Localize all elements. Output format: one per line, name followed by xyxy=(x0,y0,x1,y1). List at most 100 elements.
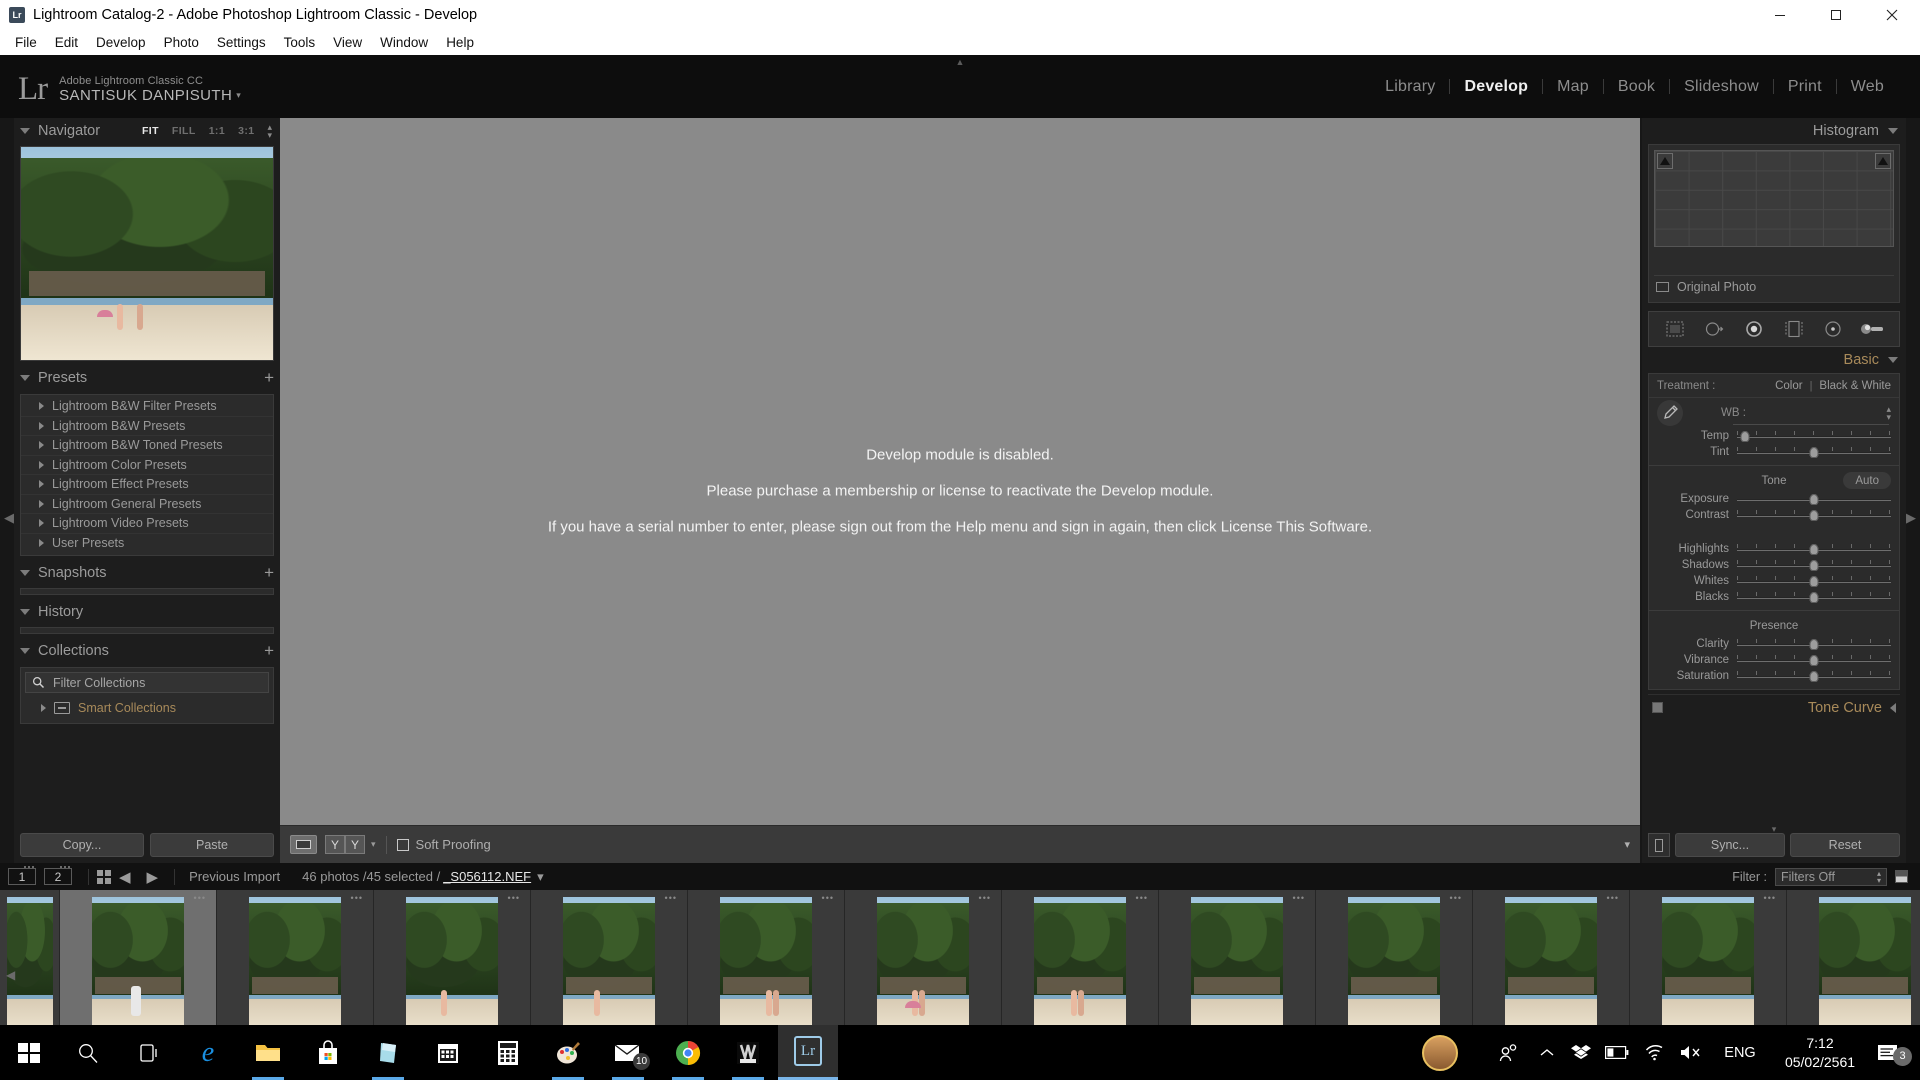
slider-temp[interactable]: Temp xyxy=(1649,428,1899,444)
collapse-triangle-icon[interactable] xyxy=(20,648,30,654)
slider-knob[interactable] xyxy=(1740,431,1749,442)
add-collection-icon[interactable]: + xyxy=(264,644,274,658)
highlight-clipping-icon[interactable] xyxy=(1875,153,1891,169)
menu-view[interactable]: View xyxy=(324,30,371,55)
soft-proofing-checkbox[interactable] xyxy=(397,839,409,851)
crop-overlay-icon[interactable] xyxy=(1662,318,1688,340)
screen-2-button[interactable]: 2 xyxy=(44,868,72,885)
expand-triangle-icon[interactable] xyxy=(39,539,44,547)
collections-header[interactable]: Collections + xyxy=(14,638,280,664)
copy-button[interactable]: Copy... xyxy=(20,833,144,857)
filmstrip-cell[interactable]: ••• xyxy=(1787,890,1920,1042)
people-icon[interactable] xyxy=(1488,1042,1530,1064)
edge-icon[interactable]: e xyxy=(178,1025,238,1080)
calculator-icon[interactable] xyxy=(478,1025,538,1080)
navigator-preview[interactable] xyxy=(20,146,274,361)
module-slideshow[interactable]: Slideshow xyxy=(1670,78,1773,96)
slider-knob[interactable] xyxy=(1810,639,1819,650)
radial-filter-icon[interactable] xyxy=(1820,318,1846,340)
filmstrip-cell[interactable]: ••• xyxy=(374,890,531,1042)
menu-window[interactable]: Window xyxy=(371,30,437,55)
forward-arrow-icon[interactable]: ▶ xyxy=(147,868,159,886)
slider-track[interactable] xyxy=(1737,431,1891,442)
paste-button[interactable]: Paste xyxy=(150,833,274,857)
slider-tint[interactable]: Tint xyxy=(1649,444,1899,460)
filmstrip-left-toggle-icon[interactable]: ◀ xyxy=(6,968,15,982)
slider-whites[interactable]: Whites xyxy=(1649,573,1899,589)
slider-track[interactable] xyxy=(1737,494,1891,505)
expand-triangle-icon[interactable] xyxy=(39,422,44,430)
slider-track[interactable] xyxy=(1737,510,1891,521)
preset-group[interactable]: User Presets xyxy=(21,534,273,554)
module-develop[interactable]: Develop xyxy=(1450,78,1542,96)
filmstrip-cell[interactable]: ••• xyxy=(1316,890,1473,1042)
slider-track[interactable] xyxy=(1737,671,1891,682)
microsoft-store-icon[interactable] xyxy=(298,1025,358,1080)
slider-knob[interactable] xyxy=(1810,576,1819,587)
right-panel-toggle-icon[interactable]: ▶ xyxy=(1906,510,1916,526)
current-filename[interactable]: _S056112.NEF xyxy=(443,869,531,884)
panel-resize-icon[interactable]: ▾ xyxy=(1772,824,1777,835)
graduated-filter-icon[interactable] xyxy=(1781,318,1807,340)
collapse-triangle-icon[interactable] xyxy=(1888,128,1898,134)
slider-knob[interactable] xyxy=(1810,510,1819,521)
slider-contrast[interactable]: Contrast xyxy=(1649,507,1899,523)
before-after-icon[interactable]: Y Y xyxy=(325,835,365,854)
file-explorer-icon[interactable] xyxy=(238,1025,298,1080)
top-panel-toggle-icon[interactable]: ▲ xyxy=(956,57,965,67)
wb-preset-stepper-icon[interactable]: ▴▾ xyxy=(1886,405,1891,421)
lightroom-icon[interactable]: Lr xyxy=(778,1025,838,1080)
sync-mode-toggle[interactable] xyxy=(1648,833,1670,857)
red-eye-correction-icon[interactable] xyxy=(1741,318,1767,340)
sticky-notes-icon[interactable] xyxy=(358,1025,418,1080)
treatment-color-option[interactable]: Color xyxy=(1775,380,1802,392)
tone-curve-header[interactable]: Tone Curve xyxy=(1648,694,1900,720)
paint-icon[interactable] xyxy=(538,1025,598,1080)
preset-group[interactable]: Lightroom B&W Filter Presets xyxy=(21,397,273,417)
filter-collections-input[interactable]: Filter Collections xyxy=(25,672,269,693)
slider-clarity[interactable]: Clarity xyxy=(1649,636,1899,652)
module-book[interactable]: Book xyxy=(1604,78,1669,96)
volume-muted-icon[interactable] xyxy=(1672,1044,1712,1061)
original-photo-checkbox[interactable] xyxy=(1656,282,1669,292)
user-avatar[interactable] xyxy=(1422,1035,1458,1071)
histogram-graph[interactable] xyxy=(1654,150,1894,247)
history-header[interactable]: History xyxy=(14,599,280,625)
slider-knob[interactable] xyxy=(1810,544,1819,555)
menu-develop[interactable]: Develop xyxy=(87,30,155,55)
search-icon[interactable] xyxy=(58,1025,118,1080)
slider-knob[interactable] xyxy=(1810,592,1819,603)
nav-mode-1-1[interactable]: 1:1 xyxy=(209,125,225,137)
filter-select[interactable]: Filters Off ▴▾ xyxy=(1775,868,1887,886)
menu-edit[interactable]: Edit xyxy=(46,30,87,55)
slider-saturation[interactable]: Saturation xyxy=(1649,668,1899,684)
collapse-triangle-icon[interactable] xyxy=(20,609,30,615)
preset-group[interactable]: Lightroom B&W Toned Presets xyxy=(21,436,273,456)
slider-knob[interactable] xyxy=(1810,447,1819,458)
filmstrip-cell[interactable]: ••• xyxy=(1473,890,1630,1042)
menu-help[interactable]: Help xyxy=(437,30,483,55)
preset-group[interactable]: Lightroom Color Presets xyxy=(21,456,273,476)
slider-track[interactable] xyxy=(1737,447,1891,458)
loupe-view-icon[interactable] xyxy=(290,835,317,854)
slider-vibrance[interactable]: Vibrance xyxy=(1649,652,1899,668)
identity-caret-icon[interactable]: ▾ xyxy=(236,90,241,100)
mail-icon[interactable]: 10 xyxy=(598,1025,658,1080)
slider-track[interactable] xyxy=(1737,592,1891,603)
expand-triangle-icon[interactable] xyxy=(41,704,46,712)
adjustment-brush-icon[interactable] xyxy=(1860,318,1886,340)
filmstrip-cell[interactable]: ••• xyxy=(688,890,845,1042)
task-view-icon[interactable] xyxy=(118,1025,178,1080)
expand-triangle-icon[interactable] xyxy=(1890,703,1896,713)
nav-mode-fill[interactable]: FILL xyxy=(172,125,196,137)
slider-exposure[interactable]: Exposure xyxy=(1649,491,1899,507)
grid-view-icon[interactable] xyxy=(97,870,111,884)
battery-icon[interactable] xyxy=(1598,1046,1636,1059)
slider-knob[interactable] xyxy=(1810,494,1819,505)
filmstrip-cell[interactable]: ••• xyxy=(217,890,374,1042)
menu-photo[interactable]: Photo xyxy=(155,30,208,55)
left-panel-toggle-icon[interactable]: ◀ xyxy=(4,510,14,526)
language-indicator[interactable]: ENG xyxy=(1712,1045,1768,1061)
filename-caret-icon[interactable]: ▾ xyxy=(537,869,544,885)
sync-button[interactable]: Sync... xyxy=(1675,833,1785,857)
